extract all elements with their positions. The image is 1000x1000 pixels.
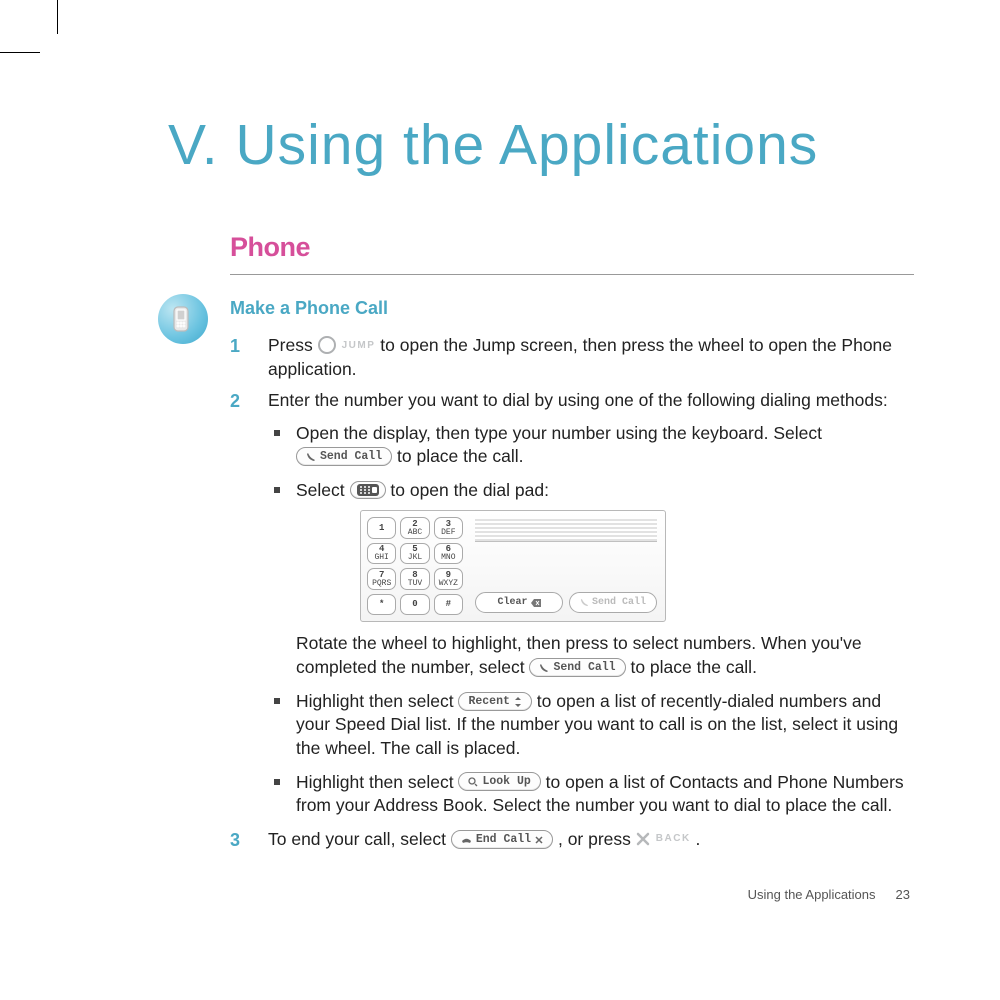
phone-icon: [306, 452, 316, 462]
search-icon: [468, 777, 478, 787]
jump-label: JUMP: [342, 339, 376, 353]
step-1: 1 Press JUMP to open the Jump screen, th…: [230, 334, 914, 381]
dialpad-button: [350, 481, 386, 499]
subsection-title: Make a Phone Call: [230, 298, 388, 319]
step-number: 1: [230, 334, 268, 381]
step-number: 2: [230, 389, 268, 413]
text: Highlight then select: [296, 691, 458, 711]
dialpad-keys: 12ABC3DEF 4GHI5JKL6MNO 7PQRS8TUV9WXYZ *0#: [367, 517, 463, 615]
text: , or press: [558, 829, 636, 849]
button-label: Send Call: [592, 596, 646, 610]
dialpad-display: [475, 519, 657, 542]
hangup-icon: [461, 835, 472, 845]
send-call-button: Send Call: [296, 447, 392, 466]
button-label: Recent: [468, 695, 509, 709]
dialpad-key: 2ABC: [400, 517, 429, 539]
footer: Using the Applications 23: [748, 887, 910, 902]
section-divider: [230, 274, 914, 275]
button-label: Look Up: [482, 775, 530, 789]
send-call-button-disabled: Send Call: [569, 592, 657, 614]
text: To end your call, select: [268, 829, 451, 849]
crop-mark: [0, 52, 40, 53]
page-number: 23: [896, 887, 910, 902]
x-icon: [636, 832, 650, 846]
back-button-icon: BACK: [636, 832, 691, 846]
step-2: 2 Enter the number you want to dial by u…: [230, 389, 914, 413]
jump-button-icon: JUMP: [318, 336, 376, 354]
text: to place the call.: [397, 446, 523, 466]
dialpad-key: 9WXYZ: [434, 568, 463, 590]
dialpad-key: 5JKL: [400, 543, 429, 565]
text: Press: [268, 335, 318, 355]
dialpad-key: 3DEF: [434, 517, 463, 539]
clear-button: Clear: [475, 592, 563, 614]
button-label: Send Call: [320, 450, 382, 464]
dialpad-key: 8TUV: [400, 568, 429, 590]
text: Select: [296, 480, 350, 500]
text: Highlight then select: [296, 772, 458, 792]
send-call-button: Send Call: [529, 658, 625, 677]
text: Open the display, then type your number …: [296, 423, 822, 443]
crop-mark: [57, 0, 58, 34]
dialpad-key: 4GHI: [367, 543, 396, 565]
dialpad-key: 6MNO: [434, 543, 463, 565]
dialpad-screenshot: 12ABC3DEF 4GHI5JKL6MNO 7PQRS8TUV9WXYZ *0# C…: [360, 510, 666, 622]
dialpad-key: 1: [367, 517, 396, 539]
dialpad-key: #: [434, 594, 463, 616]
section-head: Phone: [230, 232, 310, 263]
text: to place the call.: [630, 657, 756, 677]
footer-section: Using the Applications: [748, 887, 876, 902]
dialpad-icon: [357, 484, 379, 496]
bullet-b: Select to open the dial pad: 12: [268, 479, 914, 680]
button-label: Send Call: [553, 661, 615, 675]
dialpad-key: *: [367, 594, 396, 616]
text: Enter the number you want to dial by usi…: [268, 389, 914, 413]
chapter-title: V. Using the Applications: [168, 112, 818, 178]
x-icon: [535, 836, 543, 844]
text: to open the dial pad:: [390, 480, 549, 500]
lookup-button: Look Up: [458, 772, 540, 791]
dialpad-key: 0: [400, 594, 429, 616]
button-label: Clear: [497, 596, 527, 610]
phone-app-icon: [158, 294, 208, 344]
jump-circle-icon: [318, 336, 336, 354]
bullet-d: Highlight then select Recent to open a l…: [268, 690, 914, 761]
bullet-a: Open the display, then type your number …: [268, 422, 914, 469]
dialpad-key: 7PQRS: [367, 568, 396, 590]
updown-icon: [514, 697, 522, 707]
recent-button: Recent: [458, 692, 531, 711]
step-number: 3: [230, 828, 268, 852]
phone-icon: [539, 663, 549, 673]
step-3: 3 To end your call, select End Call , or…: [230, 828, 914, 852]
button-label: End Call: [476, 833, 531, 847]
page: V. Using the Applications Phone Make a P…: [0, 0, 1000, 1000]
bullet-e: Highlight then select Look Up to open a …: [268, 771, 914, 818]
end-call-button: End Call: [451, 830, 553, 849]
text: .: [696, 829, 701, 849]
body-text: 1 Press JUMP to open the Jump screen, th…: [230, 326, 914, 860]
back-label: BACK: [656, 832, 691, 846]
